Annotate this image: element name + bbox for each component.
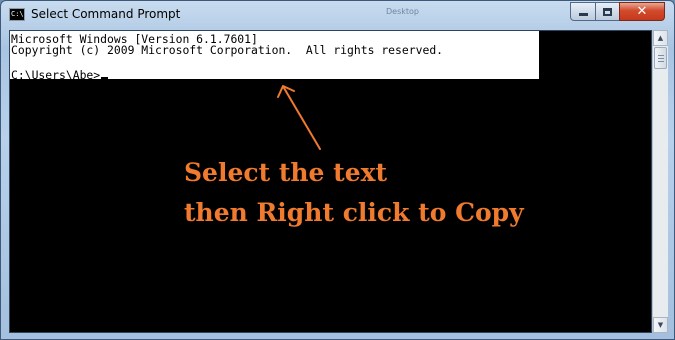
command-prompt-icon[interactable]: C:\: [9, 8, 25, 21]
annotation-line-1: Select the text: [184, 158, 388, 187]
title-bar[interactable]: C:\ Select Command Prompt Desktop ✕: [1, 1, 674, 29]
annotation-line-2: then Right click to Copy: [184, 198, 524, 227]
scroll-thumb[interactable]: [654, 47, 667, 69]
arrow-down-icon: ▼: [657, 321, 664, 329]
maximize-button[interactable]: [595, 2, 620, 21]
close-icon: ✕: [636, 4, 648, 19]
thumb-grip: [658, 55, 664, 56]
arrow-up-icon: ▲: [657, 34, 664, 42]
vertical-scrollbar[interactable]: ▲ ▼: [652, 30, 668, 333]
scroll-down-button[interactable]: ▼: [653, 317, 668, 333]
close-button[interactable]: ✕: [619, 2, 665, 21]
scroll-up-button[interactable]: ▲: [653, 30, 668, 46]
background-desktop-label: Desktop: [386, 7, 419, 16]
thumb-grip: [658, 61, 664, 62]
window-title: Select Command Prompt: [31, 7, 181, 21]
console-output[interactable]: Microsoft Windows [Version 6.1.7601] Cop…: [9, 30, 652, 333]
thumb-grip: [658, 58, 664, 59]
maximize-icon: [603, 7, 612, 16]
minimize-icon: [578, 13, 588, 16]
command-prompt-window: C:\ Select Command Prompt Desktop ✕ Micr…: [0, 0, 675, 340]
minimize-button[interactable]: [570, 2, 596, 21]
